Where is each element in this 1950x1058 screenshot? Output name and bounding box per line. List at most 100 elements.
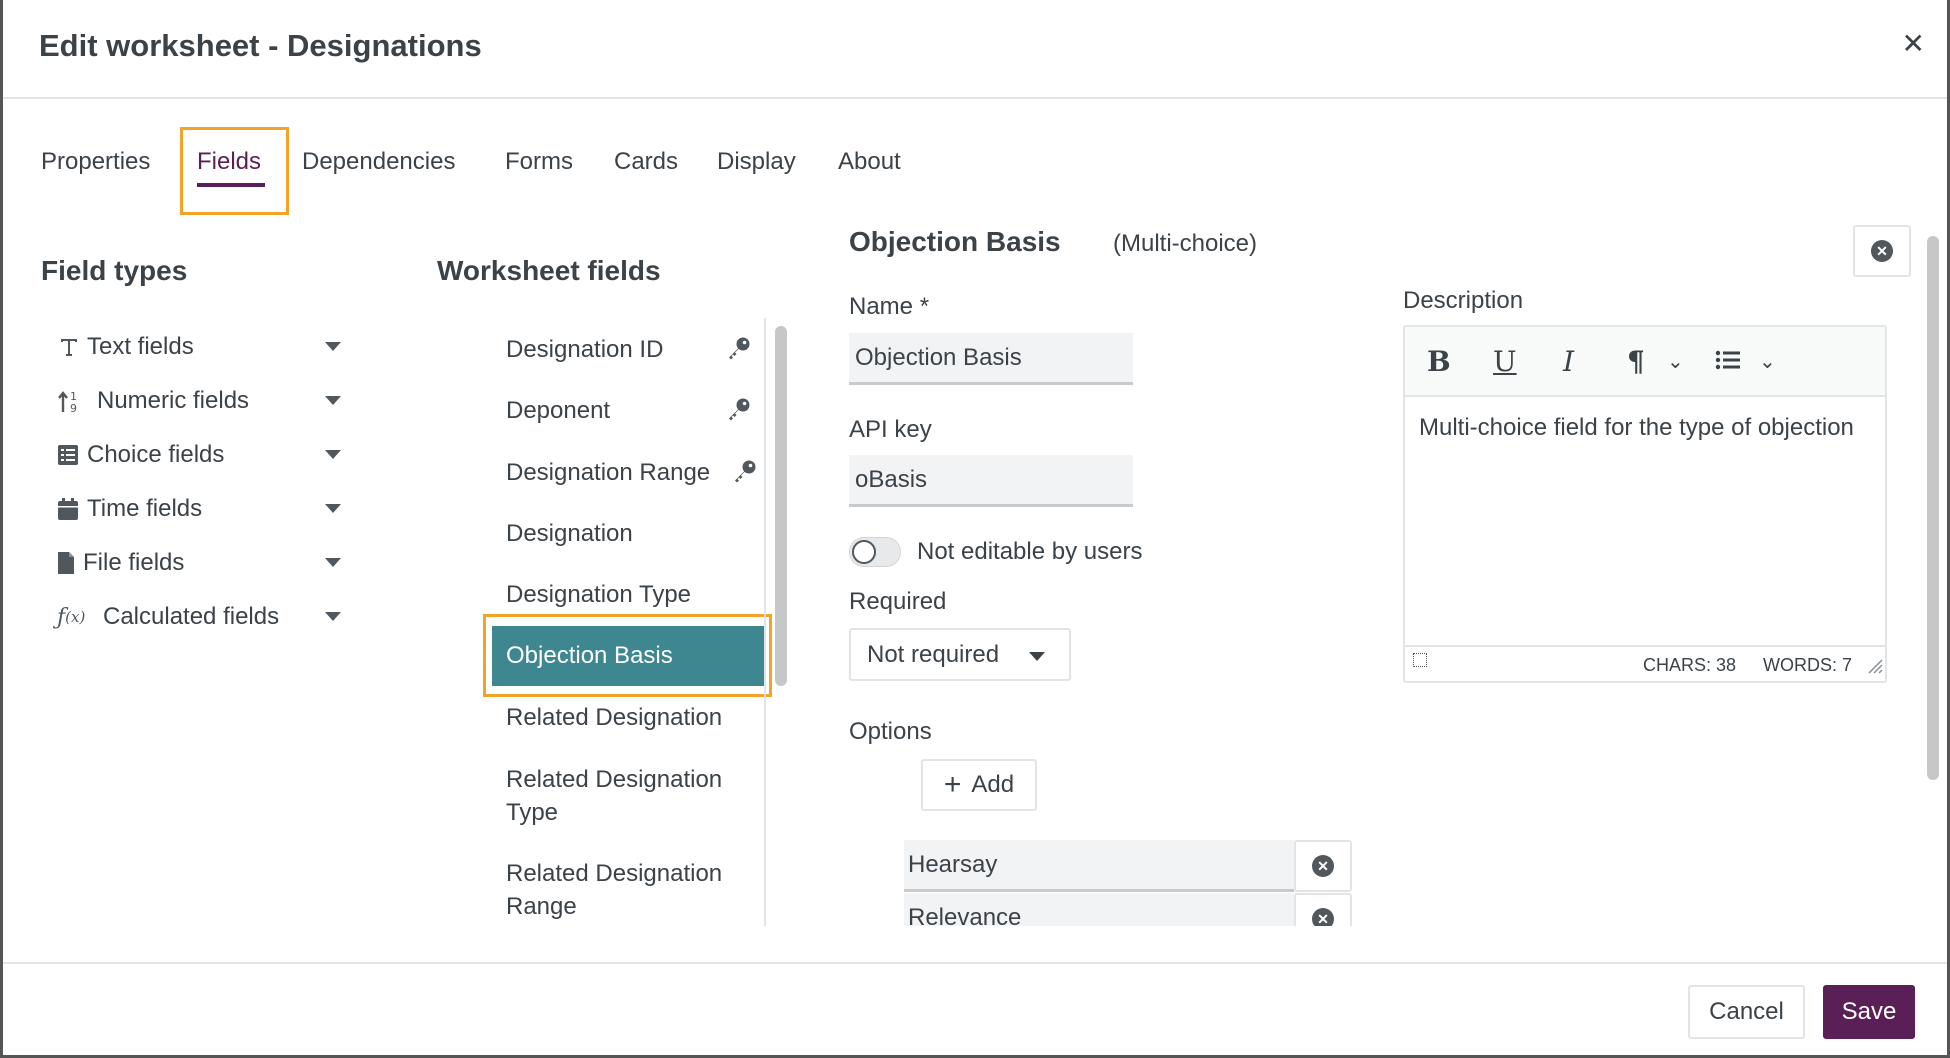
- field-editor-title: Objection Basis: [849, 226, 1061, 257]
- field-type-file[interactable]: File fields: [57, 546, 347, 580]
- worksheet-field-designation-id[interactable]: Designation ID: [488, 333, 768, 366]
- plus-icon: +: [943, 768, 962, 801]
- bold-icon[interactable]: B: [1427, 345, 1451, 378]
- worksheet-fields-heading: Worksheet fields: [437, 255, 661, 286]
- save-button[interactable]: Save: [1823, 985, 1915, 1039]
- caret-down-icon[interactable]: [325, 504, 341, 513]
- field-type-indicator: (Multi-choice): [1113, 230, 1258, 257]
- tab-forms[interactable]: Forms: [505, 148, 573, 176]
- name-input[interactable]: Objection Basis: [849, 333, 1133, 385]
- list-format-icon[interactable]: [1715, 347, 1741, 379]
- caret-down-icon[interactable]: [325, 342, 341, 351]
- editor-status-bar: CHARS: 38 WORDS: 7: [1405, 645, 1885, 681]
- italic-icon[interactable]: I: [1563, 345, 1574, 378]
- field-type-choice[interactable]: Choice fields: [57, 438, 347, 472]
- dialog-footer: Cancel Save: [3, 962, 1947, 1058]
- caret-down-icon[interactable]: [325, 450, 341, 459]
- option-input[interactable]: Hearsay: [904, 840, 1294, 892]
- svg-text:9: 9: [70, 402, 77, 414]
- field-types-heading: Field types: [41, 255, 188, 286]
- remove-option-button[interactable]: ✕: [1294, 840, 1352, 892]
- text-icon: [57, 335, 87, 359]
- paragraph-icon[interactable]: ¶: [1627, 345, 1645, 378]
- scroll-track: [764, 318, 766, 926]
- tab-display[interactable]: Display: [717, 148, 796, 176]
- selected-field-highlight-box: [483, 614, 772, 697]
- api-key-label: API key: [849, 416, 932, 443]
- list-icon: [57, 443, 87, 467]
- file-icon: [57, 551, 83, 575]
- field-label: Designation ID: [506, 336, 664, 363]
- options-label: Options: [849, 718, 932, 745]
- scroll-thumb[interactable]: [1927, 236, 1939, 780]
- calendar-icon: [57, 497, 87, 521]
- worksheet-field-related-designation[interactable]: Related Designation: [488, 701, 768, 734]
- numeric-icon: 19: [57, 388, 97, 414]
- resize-grid-icon: [1413, 653, 1427, 667]
- api-key-input[interactable]: oBasis: [849, 455, 1133, 507]
- worksheet-field-designation-type[interactable]: Designation Type: [488, 578, 768, 611]
- cancel-button[interactable]: Cancel: [1688, 985, 1805, 1039]
- editor-toolbar: B U I ¶ ⌄ ⌄: [1405, 327, 1885, 397]
- field-type-label: Text fields: [87, 333, 194, 360]
- scroll-clip-mask: [883, 926, 1923, 962]
- worksheet-field-designation[interactable]: Designation: [488, 517, 768, 550]
- close-panel-button[interactable]: ✕: [1853, 225, 1911, 277]
- tab-properties[interactable]: Properties: [41, 148, 150, 176]
- tab-about[interactable]: About: [838, 148, 901, 176]
- description-label: Description: [1403, 287, 1524, 314]
- tab-highlight-box: [180, 127, 289, 215]
- field-type-label: Time fields: [87, 495, 203, 522]
- option-row: Hearsay ✕: [904, 840, 1352, 892]
- tab-cards[interactable]: Cards: [614, 148, 678, 176]
- caret-down-icon[interactable]: [325, 396, 341, 405]
- chevron-down-icon[interactable]: ⌄: [1667, 349, 1684, 374]
- field-type-label: Calculated fields: [103, 603, 280, 630]
- close-circle-icon: ✕: [1871, 240, 1893, 262]
- close-icon[interactable]: ✕: [1902, 30, 1925, 58]
- field-type-label: File fields: [83, 549, 185, 576]
- function-icon: ƒ (x): [57, 604, 86, 630]
- not-editable-toggle[interactable]: [849, 537, 901, 567]
- panel-scrollbar[interactable]: [1925, 230, 1941, 930]
- edit-worksheet-dialog: Edit worksheet - Designations ✕ Properti…: [0, 0, 1950, 1058]
- dialog-title: Edit worksheet - Designations: [39, 28, 482, 63]
- field-type-numeric[interactable]: 19 Numeric fields: [57, 384, 347, 418]
- worksheet-fields-scrollbar[interactable]: [764, 318, 790, 926]
- field-type-label: Choice fields: [87, 441, 225, 468]
- resize-handle-icon[interactable]: [1865, 656, 1883, 679]
- worksheet-field-related-designation-range[interactable]: Related Designation Range: [488, 857, 753, 923]
- underline-icon[interactable]: U: [1493, 345, 1517, 378]
- key-icon: [732, 458, 758, 493]
- dialog-header: Edit worksheet - Designations ✕: [3, 0, 1947, 99]
- name-label: Name *: [849, 293, 930, 320]
- worksheet-field-related-designation-type[interactable]: Related Designation Type: [488, 763, 753, 829]
- chevron-down-icon[interactable]: ⌄: [1759, 349, 1776, 374]
- not-editable-label: Not editable by users: [917, 538, 1143, 565]
- required-label: Required: [849, 588, 947, 615]
- add-option-label: Add: [971, 771, 1015, 798]
- field-type-time[interactable]: Time fields: [57, 492, 347, 526]
- required-select[interactable]: Not required: [849, 628, 1071, 681]
- caret-down-icon[interactable]: [325, 612, 341, 621]
- field-label: Designation Range: [506, 459, 711, 486]
- char-count: CHARS: 38: [1643, 655, 1737, 675]
- word-count: WORDS: 7: [1763, 655, 1853, 675]
- add-option-button[interactable]: + Add: [921, 759, 1037, 811]
- description-text[interactable]: Multi-choice field for the type of objec…: [1419, 411, 1859, 444]
- toggle-knob: [852, 540, 876, 564]
- worksheet-field-designation-range[interactable]: Designation Range: [488, 456, 768, 489]
- description-editor[interactable]: B U I ¶ ⌄ ⌄ Multi-choice field for the t…: [1403, 325, 1887, 683]
- field-label: Deponent: [506, 397, 611, 424]
- required-select-value: Not required: [867, 640, 1000, 668]
- tab-dependencies[interactable]: Dependencies: [302, 148, 455, 176]
- caret-down-icon[interactable]: [325, 558, 341, 567]
- worksheet-field-deponent[interactable]: Deponent: [488, 394, 768, 427]
- scroll-thumb[interactable]: [775, 326, 787, 686]
- key-icon: [726, 396, 752, 431]
- key-icon: [726, 335, 752, 370]
- field-type-text[interactable]: Text fields: [57, 330, 347, 364]
- caret-down-icon: [1029, 652, 1045, 661]
- field-type-calculated[interactable]: ƒ (x) Calculated fields: [57, 600, 347, 634]
- field-type-label: Numeric fields: [97, 387, 250, 414]
